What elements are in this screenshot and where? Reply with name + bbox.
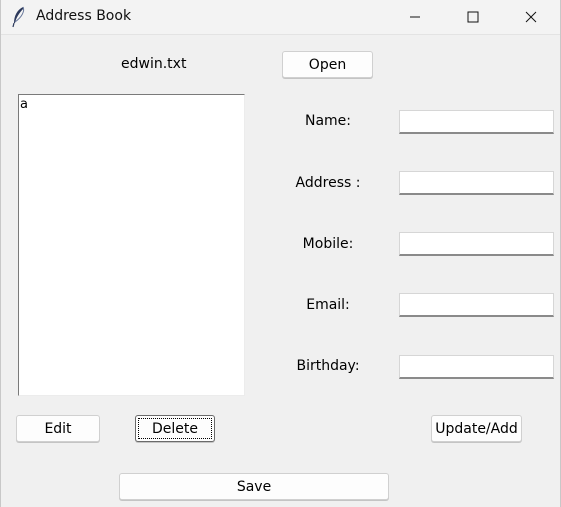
title-bar[interactable]: Address Book [1,0,560,35]
mobile-field[interactable] [399,232,554,256]
name-label: Name: [304,113,352,129]
window-title: Address Book [36,8,132,24]
list-item[interactable]: a [19,95,244,113]
current-file-label: edwin.txt [121,56,187,72]
mobile-label: Mobile: [302,236,354,252]
minimize-button[interactable] [386,0,444,34]
birthday-field[interactable] [399,355,554,379]
delete-button[interactable]: Delete [135,415,215,442]
name-field[interactable] [399,110,554,134]
update-add-button[interactable]: Update/Add [431,415,522,442]
email-label: Email: [306,297,350,313]
maximize-button[interactable] [444,0,502,34]
delete-button-label: Delete [152,420,198,437]
birthday-label: Birthday: [296,358,360,374]
minimize-icon [410,16,420,18]
maximize-icon [467,11,479,23]
address-label: Address : [295,175,361,191]
open-button[interactable]: Open [282,51,373,78]
close-icon [525,11,537,23]
email-field[interactable] [399,293,554,317]
edit-button[interactable]: Edit [16,415,100,442]
save-button[interactable]: Save [119,473,389,500]
feather-icon [11,6,27,28]
address-book-window: Address Book edwin.txt Open a Name: Addr… [0,0,561,507]
close-button[interactable] [502,0,560,34]
address-field[interactable] [399,171,554,195]
contacts-listbox[interactable]: a [18,94,245,396]
